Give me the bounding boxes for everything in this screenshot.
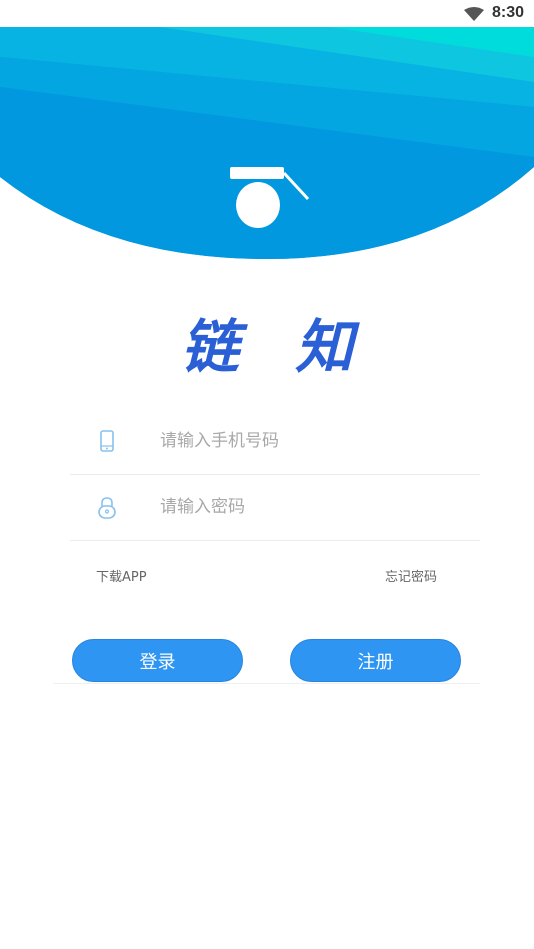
password-input[interactable] xyxy=(160,490,460,524)
status-bar: 8:30 xyxy=(0,0,534,27)
status-time: 8:30 xyxy=(491,4,524,21)
download-app-link[interactable]: 下载APP xyxy=(96,566,147,585)
login-screen: 8:30 链 知 请输入手机号码 下载APP 忘记密码 登录 注册 xyxy=(0,0,534,949)
brand-title: 链 知 xyxy=(180,313,372,381)
wifi-icon xyxy=(464,6,484,21)
divider xyxy=(53,683,480,684)
register-button[interactable]: 注册 xyxy=(290,639,461,682)
phone-icon xyxy=(96,430,118,454)
password-row xyxy=(70,474,480,541)
forgot-password-link[interactable]: 忘记密码 xyxy=(385,566,437,585)
register-button-label: 注册 xyxy=(357,651,394,673)
phone-input[interactable] xyxy=(160,424,460,458)
phone-row xyxy=(70,408,480,475)
login-button-label: 登录 xyxy=(139,651,176,673)
lock-icon xyxy=(96,496,118,520)
graduation-cap-icon xyxy=(228,165,312,231)
login-button[interactable]: 登录 xyxy=(72,639,243,682)
